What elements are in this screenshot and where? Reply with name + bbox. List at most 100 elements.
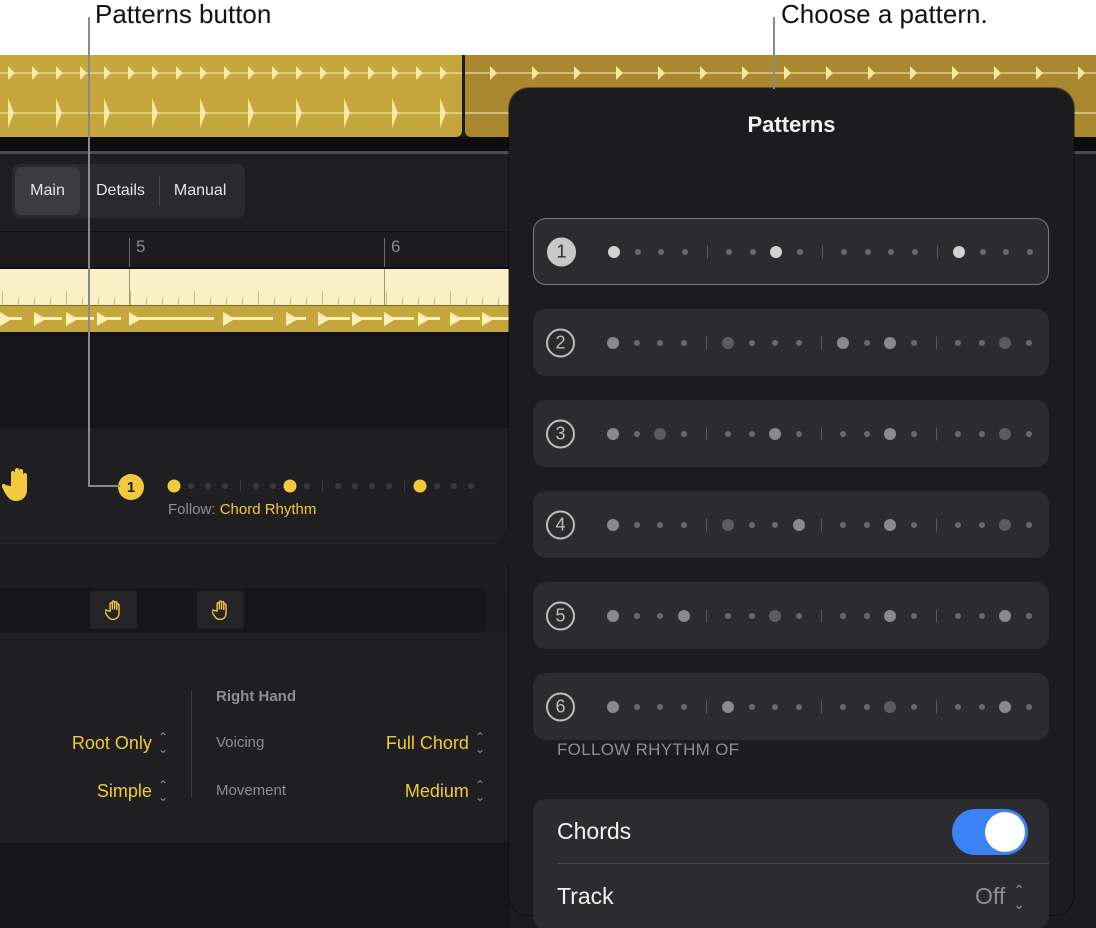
pattern-step-dot xyxy=(999,700,1011,713)
track-label: Track xyxy=(557,883,614,909)
pattern-step-dot xyxy=(770,245,782,258)
follow-value: Chord Rhythm xyxy=(219,501,317,518)
pattern-step-dot xyxy=(1003,248,1009,255)
preview-step-dot xyxy=(369,483,375,489)
beat-divider xyxy=(935,336,937,349)
pattern-steps xyxy=(605,582,1035,649)
pattern-step-dot xyxy=(722,518,734,531)
left-hand-voicing-select[interactable]: Root Only ⌃ ⌄ xyxy=(72,731,168,755)
pattern-step-dot xyxy=(863,521,870,528)
follow-status: Follow: Chord Rhythm xyxy=(168,501,316,518)
pattern-option-2[interactable]: 2 xyxy=(533,309,1049,376)
hand-button-2[interactable] xyxy=(197,591,244,629)
pattern-number-badge: 2 xyxy=(546,328,575,357)
preview-step-dot xyxy=(386,483,392,489)
hand-strip xyxy=(0,588,486,633)
pattern-step-dot xyxy=(795,339,802,346)
beat-divider xyxy=(705,427,707,440)
pattern-step-dot xyxy=(677,609,690,622)
pattern-step-dot xyxy=(863,339,870,346)
beat-divider xyxy=(936,245,938,258)
pattern-option-5[interactable]: 5 xyxy=(533,582,1049,649)
track-select[interactable]: Off ⌃ ⌄ xyxy=(975,864,1025,928)
pattern-step-dot xyxy=(680,430,687,437)
preview-step-dot xyxy=(413,479,427,493)
beat-divider xyxy=(820,336,822,349)
pattern-number-badge: 3 xyxy=(546,419,575,448)
pattern-step-dot xyxy=(884,700,896,713)
pattern-step-dot xyxy=(837,336,849,349)
preview-step-dot xyxy=(253,483,259,489)
right-hand-movement-select[interactable]: Medium ⌃ ⌄ xyxy=(405,779,485,803)
preview-step-dot xyxy=(283,479,297,493)
pattern-step-dot xyxy=(795,430,802,437)
pattern-option-6[interactable]: 6 xyxy=(533,673,1049,740)
follow-rhythm-group: Chords Track Off ⌃ ⌄ xyxy=(533,799,1049,928)
pattern-step-dot xyxy=(722,700,734,713)
drum-region[interactable] xyxy=(0,55,462,137)
chords-toggle[interactable] xyxy=(952,809,1028,855)
current-pattern-preview[interactable] xyxy=(166,478,496,494)
tab-main[interactable]: Main xyxy=(15,167,80,215)
pattern-option-4[interactable]: 4 xyxy=(533,491,1049,558)
pattern-step-dot xyxy=(607,700,619,713)
beat-divider xyxy=(705,518,707,531)
pattern-step-dot xyxy=(955,703,961,710)
pattern-step-dot xyxy=(795,703,802,710)
pattern-step-dot xyxy=(1025,612,1032,619)
pattern-step-dot xyxy=(633,521,640,528)
pattern-step-dot xyxy=(955,430,961,437)
preview-step-dot xyxy=(188,483,194,489)
beat-divider xyxy=(935,609,937,622)
pattern-step-dot xyxy=(978,430,985,437)
pattern-step-dot xyxy=(725,430,731,437)
pattern-step-dot xyxy=(657,703,663,710)
pattern-step-dot xyxy=(840,703,846,710)
pattern-step-dot xyxy=(840,430,846,437)
pattern-step-dot xyxy=(769,427,781,440)
pattern-step-dot xyxy=(657,339,663,346)
preview-step-dot xyxy=(335,483,341,489)
pattern-step-dot xyxy=(657,521,663,528)
pattern-step-dot xyxy=(978,339,985,346)
pattern-step-dot xyxy=(748,339,755,346)
beat-divider xyxy=(820,518,822,531)
patterns-button[interactable]: 1 xyxy=(118,474,144,500)
beat-divider xyxy=(820,700,822,713)
beat-divider xyxy=(821,245,823,258)
pattern-step-dot xyxy=(657,612,663,619)
left-hand-movement-select[interactable]: Simple ⌃ ⌄ xyxy=(97,779,168,803)
follow-rhythm-section-label: FOLLOW RHYTHM OF xyxy=(557,740,740,759)
pattern-step-dot xyxy=(772,339,778,346)
beat-divider xyxy=(820,609,822,622)
pattern-step-dot xyxy=(955,521,961,528)
pattern-step-dot xyxy=(769,609,781,622)
preview-step-dot xyxy=(167,479,181,493)
pattern-row: 1 Follow: Chord Rhythm xyxy=(0,428,510,543)
pattern-steps xyxy=(605,673,1035,740)
pattern-step-dot xyxy=(607,518,619,531)
tab-details[interactable]: Details xyxy=(80,167,159,215)
bar-number-6: 6 xyxy=(391,237,401,256)
pattern-step-dot xyxy=(795,612,802,619)
pattern-number-badge: 5 xyxy=(546,601,575,630)
pattern-step-dot xyxy=(792,518,805,531)
pattern-step-dot xyxy=(911,248,918,255)
callout-line-patterns xyxy=(88,17,90,486)
pattern-number-badge: 4 xyxy=(546,510,575,539)
pattern-step-dot xyxy=(863,612,870,619)
voicing-label: Voicing xyxy=(216,734,265,751)
up-down-chevron-icon: ⌃ ⌄ xyxy=(157,730,168,756)
pattern-step-dot xyxy=(1025,339,1032,346)
pattern-step-dot xyxy=(884,609,896,622)
pattern-option-3[interactable]: 3 xyxy=(533,400,1049,467)
preview-step-dot xyxy=(451,483,457,489)
pattern-step-dot xyxy=(772,521,778,528)
pattern-step-dot xyxy=(884,518,896,531)
right-hand-voicing-select[interactable]: Full Chord ⌃ ⌄ xyxy=(386,731,485,755)
tab-manual[interactable]: Manual xyxy=(160,167,240,215)
hand-button-1[interactable] xyxy=(90,591,137,629)
pattern-option-1[interactable]: 1 xyxy=(533,218,1049,285)
pattern-steps xyxy=(605,400,1035,467)
pattern-step-dot xyxy=(864,248,871,255)
